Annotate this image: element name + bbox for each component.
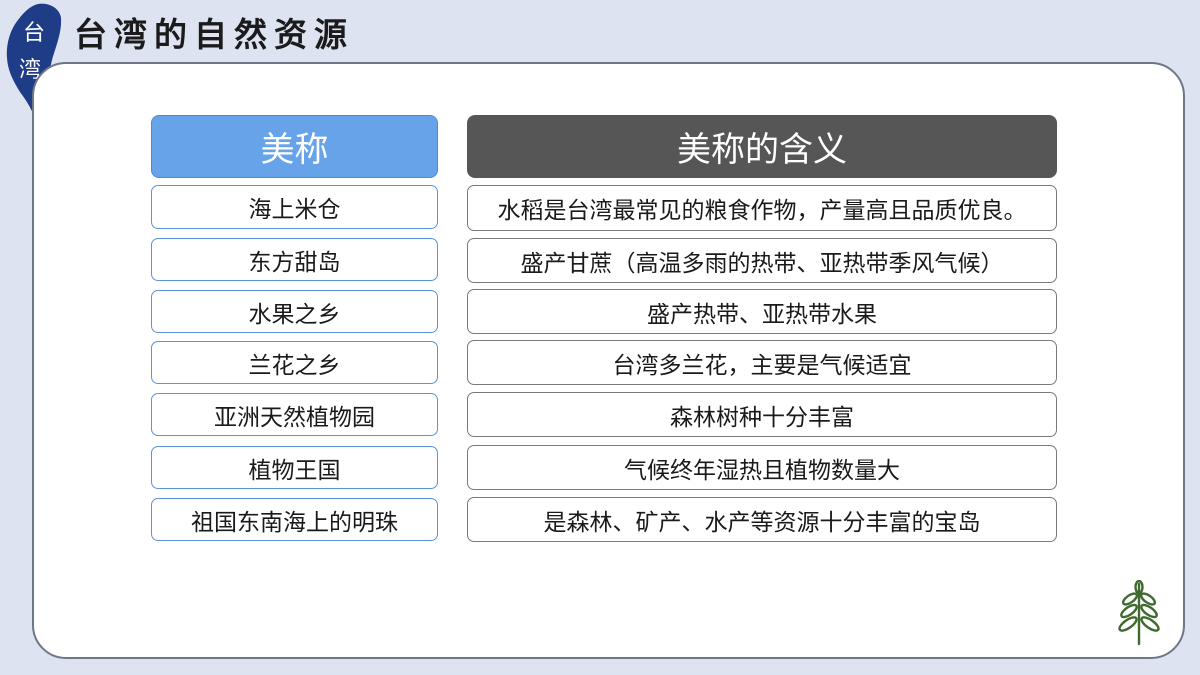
- logo-char-1: 台: [23, 21, 45, 46]
- row-name-1: 海上米仓: [151, 185, 438, 229]
- row-name-2: 东方甜岛: [151, 238, 438, 281]
- row-name-4: 兰花之乡: [151, 341, 438, 384]
- row-meaning-1: 水稻是台湾最常见的粮食作物，产量高且品质优良。: [467, 185, 1057, 231]
- header-meaning: 美称的含义: [467, 115, 1057, 178]
- header-name: 美称: [151, 115, 438, 178]
- row-name-6: 植物王国: [151, 446, 438, 489]
- page-title: 台湾的自然资源: [74, 15, 354, 54]
- row-meaning-6: 气候终年湿热且植物数量大: [467, 445, 1057, 490]
- row-meaning-7: 是森林、矿产、水产等资源十分丰富的宝岛: [467, 497, 1057, 542]
- row-meaning-5: 森林树种十分丰富: [467, 392, 1057, 437]
- row-name-7: 祖国东南海上的明珠: [151, 498, 438, 541]
- row-name-5: 亚洲天然植物园: [151, 393, 438, 436]
- leaf-sprig-icon: [1118, 580, 1160, 646]
- row-name-3: 水果之乡: [151, 290, 438, 333]
- row-meaning-2: 盛产甘蔗（高温多雨的热带、亚热带季风气候）: [467, 238, 1057, 283]
- row-meaning-3: 盛产热带、亚热带水果: [467, 289, 1057, 334]
- row-meaning-4: 台湾多兰花，主要是气候适宜: [467, 340, 1057, 385]
